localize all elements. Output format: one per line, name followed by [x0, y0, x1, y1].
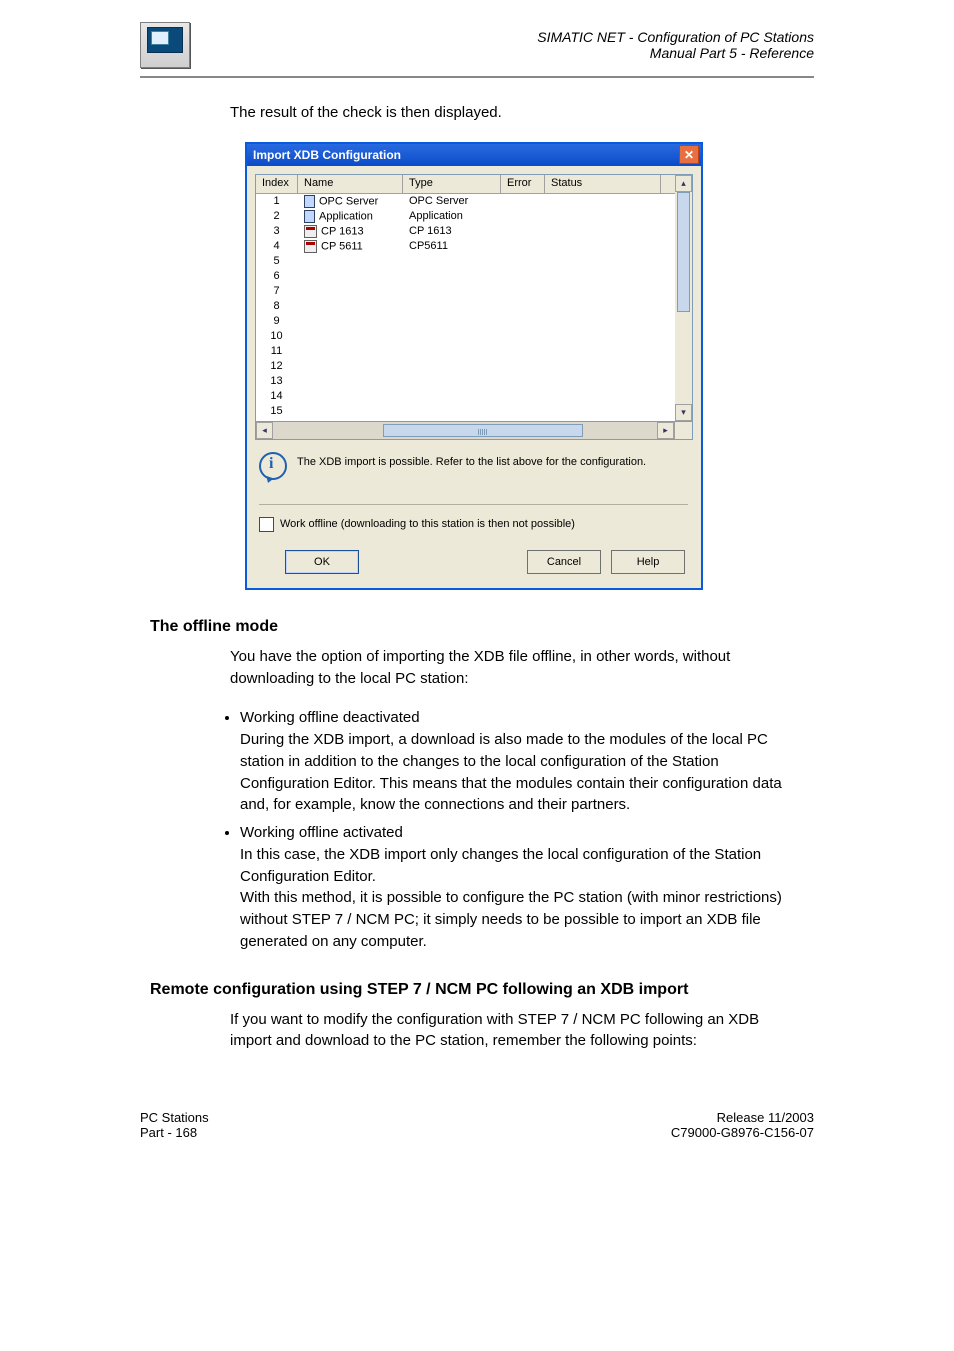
table-row[interactable]: 14	[256, 389, 675, 404]
col-header-name[interactable]: Name	[298, 175, 403, 193]
scroll-down-icon[interactable]: ▾	[675, 404, 692, 421]
import-xdb-dialog: Import XDB Configuration ✕ Index Name Ty…	[245, 142, 703, 590]
col-header-error[interactable]: Error	[501, 175, 545, 193]
table-row[interactable]: 12	[256, 359, 675, 374]
scroll-left-icon[interactable]: ◂	[256, 422, 273, 439]
intro-paragraph: The result of the check is then displaye…	[230, 102, 804, 124]
dialog-titlebar: Import XDB Configuration ✕	[247, 144, 701, 166]
scroll-thumb[interactable]	[677, 192, 690, 312]
document-logo-icon	[140, 22, 190, 68]
bullet-body: In this case, the XDB import only change…	[240, 846, 761, 885]
col-header-type[interactable]: Type	[403, 175, 501, 193]
checkbox-icon[interactable]	[259, 517, 274, 532]
table-row[interactable]: 9	[256, 314, 675, 329]
table-row[interactable]: 3 CP 1613 CP 1613	[256, 224, 675, 239]
checkbox-label: Work offline (downloading to this statio…	[280, 518, 575, 530]
divider	[259, 504, 688, 505]
row-type: CP 1613	[403, 225, 501, 237]
scroll-up-icon[interactable]: ▴	[675, 175, 692, 192]
offline-intro: You have the option of importing the XDB…	[230, 646, 804, 690]
table-row[interactable]: 6	[256, 269, 675, 284]
table-row[interactable]: 5	[256, 254, 675, 269]
list-item: Working offline activated In this case, …	[240, 822, 804, 953]
doc-header-line1: SIMATIC NET - Configuration of PC Statio…	[537, 29, 814, 45]
list-item: Working offline deactivated During the X…	[240, 707, 804, 816]
table-row[interactable]: 13	[256, 374, 675, 389]
col-header-status[interactable]: Status	[545, 175, 661, 193]
scroll-thumb[interactable]	[383, 424, 583, 437]
table-row[interactable]: 4 CP 5611 CP5611	[256, 239, 675, 254]
bullet-body: During the XDB import, a download is als…	[240, 731, 782, 813]
dialog-title: Import XDB Configuration	[253, 148, 401, 162]
row-index: 2	[256, 210, 298, 222]
info-icon	[259, 452, 287, 480]
work-offline-checkbox[interactable]: Work offline (downloading to this statio…	[259, 517, 693, 532]
horizontal-scrollbar[interactable]: ◂ ▸	[255, 422, 693, 440]
close-icon[interactable]: ✕	[679, 145, 699, 164]
row-name: CP 1613	[321, 225, 364, 237]
app-icon	[304, 210, 315, 223]
help-button[interactable]: Help	[611, 550, 685, 574]
footer-right-2: C79000-G8976-C156-07	[671, 1125, 814, 1140]
row-name: OPC Server	[319, 195, 378, 207]
scroll-right-icon[interactable]: ▸	[657, 422, 674, 439]
config-listview[interactable]: Index Name Type Error Status 1 OPC Serve…	[255, 174, 693, 422]
row-type: CP5611	[403, 240, 501, 252]
network-card-icon	[304, 240, 317, 253]
header-divider	[140, 76, 814, 78]
vertical-scrollbar[interactable]: ▴ ▾	[675, 175, 692, 421]
table-row[interactable]: 2 Application Application	[256, 209, 675, 224]
dialog-message: The XDB import is possible. Refer to the…	[297, 454, 646, 468]
bullet-title: Working offline deactivated	[240, 709, 420, 726]
network-card-icon	[304, 225, 317, 238]
table-row[interactable]: 10	[256, 329, 675, 344]
row-index: 1	[256, 195, 298, 207]
cancel-button[interactable]: Cancel	[527, 550, 601, 574]
server-icon	[304, 195, 315, 208]
offline-heading: The offline mode	[150, 618, 804, 636]
footer-left-2: Part - 168	[140, 1125, 209, 1140]
table-row[interactable]: 15	[256, 404, 675, 419]
row-index: 3	[256, 225, 298, 237]
table-row[interactable]: 11	[256, 344, 675, 359]
table-row[interactable]: 1 OPC Server OPC Server	[256, 194, 675, 209]
row-type: Application	[403, 210, 501, 222]
ok-button[interactable]: OK	[285, 550, 359, 574]
col-header-index[interactable]: Index	[256, 175, 298, 193]
page-footer: PC Stations Part - 168 Release 11/2003 C…	[0, 1070, 954, 1170]
bullet-title: Working offline activated	[240, 824, 403, 841]
row-index: 4	[256, 240, 298, 252]
row-type: OPC Server	[403, 195, 501, 207]
doc-header-title: SIMATIC NET - Configuration of PC Statio…	[537, 29, 814, 61]
remote-paragraph: If you want to modify the configuration …	[230, 1009, 804, 1053]
row-name: CP 5611	[321, 240, 363, 252]
offline-list: Working offline deactivated During the X…	[220, 707, 804, 952]
bullet-body-2: With this method, it is possible to conf…	[240, 889, 782, 950]
doc-header-line2: Manual Part 5 - Reference	[537, 45, 814, 61]
table-row[interactable]: 7	[256, 284, 675, 299]
table-row[interactable]: 8	[256, 299, 675, 314]
remote-heading: Remote configuration using STEP 7 / NCM …	[150, 981, 804, 999]
footer-right-1: Release 11/2003	[671, 1110, 814, 1125]
footer-left-1: PC Stations	[140, 1110, 209, 1125]
row-name: Application	[319, 210, 373, 222]
